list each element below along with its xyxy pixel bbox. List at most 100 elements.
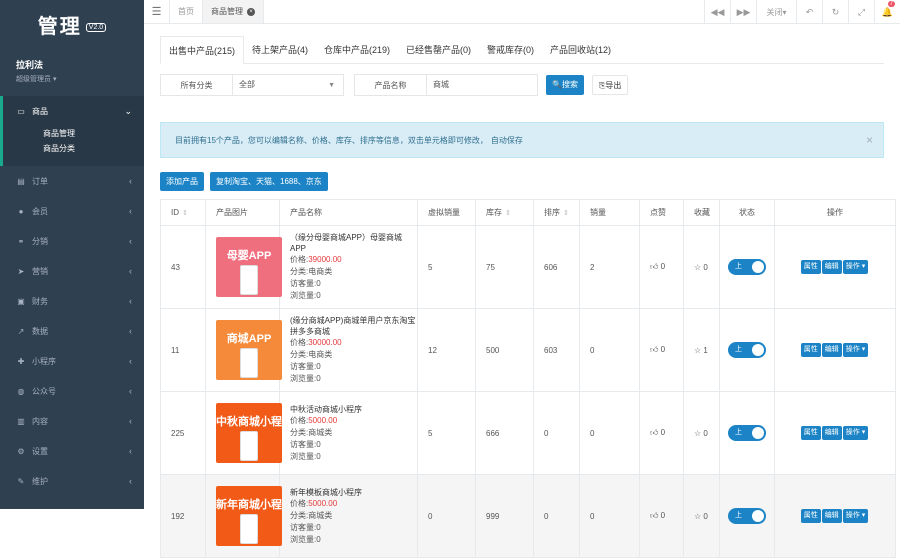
category-select[interactable]: 所有分类 全部 ▼ bbox=[160, 74, 344, 96]
status-tab[interactable]: 仓库中产品(219) bbox=[316, 36, 398, 63]
sort-icon[interactable]: ⇕ bbox=[563, 210, 569, 217]
sidebar-group-goods: ▭ 商品 ⌄ 商品管理 商品分类 bbox=[0, 96, 144, 166]
product-name[interactable]: 中秋活动商城小程序 bbox=[290, 404, 417, 415]
attr-button[interactable]: 属性 bbox=[800, 260, 821, 274]
table-row[interactable]: 192新年商城小程序新年模板商城小程序价格:5000.00分类:商城类访客量:0… bbox=[160, 474, 896, 558]
edit-button[interactable]: 编辑 bbox=[821, 260, 842, 274]
more-ops-button[interactable]: 操作 ▾ bbox=[842, 426, 869, 440]
sidebar-subitem-goods-category[interactable]: 商品分类 bbox=[3, 141, 144, 156]
status-tab[interactable]: 警戒库存(0) bbox=[479, 36, 542, 63]
product-name[interactable]: (缘分商城APP)商城单用户京东淘宝拼多多商城 bbox=[290, 315, 417, 337]
cell-stock[interactable]: 75 bbox=[475, 225, 534, 309]
attr-button[interactable]: 属性 bbox=[800, 343, 821, 357]
product-image[interactable]: 中秋商城小程序 bbox=[216, 403, 282, 463]
tab-home[interactable]: 首页 bbox=[170, 0, 203, 23]
cell-stock[interactable]: 666 bbox=[475, 391, 534, 475]
user-profile[interactable]: 拉利法 超级管理员 ▾ bbox=[0, 48, 144, 96]
bell-icon[interactable]: 🔔 7 bbox=[874, 0, 900, 24]
status-tab[interactable]: 已经售罄产品(0) bbox=[398, 36, 479, 63]
cell-status: 上 bbox=[719, 474, 775, 558]
status-tab[interactable]: 产品回收站(12) bbox=[542, 36, 619, 63]
status-label: 上 bbox=[735, 346, 742, 353]
sidebar-item-goods[interactable]: ▭ 商品 ⌄ bbox=[3, 96, 144, 126]
main-content: 出售中产品(215) 待上架产品(4) 仓库中产品(219) 已经售罄产品(0) 警戒库… bbox=[144, 24, 900, 558]
wrench-icon: ✎ bbox=[17, 476, 25, 486]
status-toggle[interactable]: 上 bbox=[728, 259, 766, 275]
sidebar-item-share[interactable]: ⚭ 分销 ‹ bbox=[0, 226, 144, 256]
copy-product-button[interactable]: 复制淘宝、天猫、1688、京东 bbox=[210, 172, 328, 191]
status-tab[interactable]: 待上架产品(4) bbox=[244, 36, 316, 63]
chevron-down-icon: ▼ bbox=[328, 82, 335, 89]
attr-button[interactable]: 属性 bbox=[800, 426, 821, 440]
more-ops-button[interactable]: 操作 ▾ bbox=[842, 260, 869, 274]
sidebar-item-label: 设置 bbox=[32, 446, 48, 456]
sort-icon[interactable]: ⇕ bbox=[182, 210, 188, 217]
cell-stock[interactable]: 500 bbox=[475, 308, 534, 392]
cell-virtual-sales[interactable]: 5 bbox=[417, 225, 476, 309]
add-product-button[interactable]: 添加产品 bbox=[160, 172, 204, 191]
cell-sort[interactable]: 0 bbox=[533, 474, 580, 558]
more-ops-button[interactable]: 操作 ▾ bbox=[842, 509, 869, 523]
refresh-icon[interactable]: ↻ bbox=[822, 0, 848, 24]
cell-virtual-sales[interactable]: 12 bbox=[417, 308, 476, 392]
table-row[interactable]: 11 商城APP (缘分商城APP)商城单用户京东淘宝拼多多商城 价格:30000.0… bbox=[160, 308, 896, 392]
cell-stock[interactable]: 999 bbox=[475, 474, 534, 558]
fullscreen-icon[interactable]: ⤢ bbox=[848, 0, 874, 24]
sidebar-item-chart[interactable]: ↗ 数据 ‹ bbox=[0, 316, 144, 346]
back-icon[interactable]: ↶ bbox=[796, 0, 822, 24]
sidebar-item-gear[interactable]: ⚙ 设置 ‹ bbox=[0, 436, 144, 466]
close-menu-button[interactable]: 关闭 ▾ bbox=[756, 0, 796, 24]
sidebar-item-puzzle[interactable]: ✚ 小程序 ‹ bbox=[0, 346, 144, 376]
cell-image: 商城APP bbox=[205, 308, 282, 392]
cell-sort[interactable]: 0 bbox=[533, 391, 580, 475]
cell-virtual-sales[interactable]: 0 bbox=[417, 474, 476, 558]
scroll-right-icon[interactable]: ▶▶ bbox=[730, 0, 756, 24]
close-icon[interactable]: × bbox=[247, 7, 255, 16]
product-price-line: 价格:39000.00 bbox=[290, 254, 417, 266]
sidebar-item-inbox[interactable]: ▥ 内容 ‹ bbox=[0, 406, 144, 436]
more-ops-button[interactable]: 操作 ▾ bbox=[842, 343, 869, 357]
sidebar-item-send[interactable]: ➤ 营销 ‹ bbox=[0, 256, 144, 286]
column-header-label: 状态 bbox=[739, 208, 755, 217]
table-body: 43 母婴APP （缘分母婴商城APP）母婴商城APP 价格:39000.00 分类:电… bbox=[160, 225, 896, 558]
table-row[interactable]: 225中秋商城小程序中秋活动商城小程序价格:5000.00分类:商城类访客量:0… bbox=[160, 391, 896, 475]
sidebar-item-user[interactable]: ● 会员 ‹ bbox=[0, 196, 144, 226]
status-toggle[interactable]: 上 bbox=[728, 425, 766, 441]
product-name-field[interactable]: 产品名称 商城 bbox=[354, 74, 538, 96]
sort-icon[interactable]: ⇕ bbox=[505, 210, 511, 217]
sidebar-item-wechat[interactable]: ◍ 公众号 ‹ bbox=[0, 376, 144, 406]
product-image[interactable]: 母婴APP bbox=[216, 237, 282, 297]
column-header: 排序 ⇕ bbox=[533, 199, 580, 226]
menu-toggle-icon[interactable]: ☰ bbox=[144, 0, 170, 23]
scroll-left-icon[interactable]: ◀◀ bbox=[704, 0, 730, 24]
product-name-input[interactable]: 商城 bbox=[427, 74, 449, 96]
table-row[interactable]: 43 母婴APP （缘分母婴商城APP）母婴商城APP 价格:39000.00 分类:电… bbox=[160, 225, 896, 309]
status-tab[interactable]: 出售中产品(215) bbox=[160, 36, 245, 64]
product-name[interactable]: （缘分母婴商城APP）母婴商城APP bbox=[290, 232, 417, 254]
status-toggle[interactable]: 上 bbox=[728, 342, 766, 358]
cell-sort[interactable]: 606 bbox=[533, 225, 580, 309]
attr-button[interactable]: 属性 bbox=[800, 509, 821, 523]
edit-button[interactable]: 编辑 bbox=[821, 509, 842, 523]
product-name[interactable]: 新年模板商城小程序 bbox=[290, 487, 417, 498]
edit-button[interactable]: 编辑 bbox=[821, 343, 842, 357]
chevron-left-icon: ‹ bbox=[129, 176, 132, 186]
cell-virtual-sales[interactable]: 5 bbox=[417, 391, 476, 475]
product-price: 5000.00 bbox=[308, 498, 338, 508]
product-image[interactable]: 商城APP bbox=[216, 320, 282, 380]
user-role[interactable]: 超级管理员 ▾ bbox=[16, 74, 144, 84]
sidebar-item-label: 公众号 bbox=[32, 386, 56, 396]
tab-goods-manage[interactable]: 商品管理 × bbox=[203, 0, 264, 23]
close-icon[interactable]: × bbox=[866, 133, 873, 147]
sidebar-item-money[interactable]: ▣ 财务 ‹ bbox=[0, 286, 144, 316]
sidebar-item-file[interactable]: ▤ 订单 ‹ bbox=[0, 166, 144, 196]
status-toggle[interactable]: 上 bbox=[728, 508, 766, 524]
sidebar-item-wrench[interactable]: ✎ 维护 ‹ bbox=[0, 466, 144, 496]
edit-button[interactable]: 编辑 bbox=[821, 426, 842, 440]
sidebar-subitem-goods-manage[interactable]: 商品管理 bbox=[3, 126, 144, 141]
export-button[interactable]: ⎘导出 bbox=[591, 75, 629, 95]
cell-sort[interactable]: 603 bbox=[533, 308, 580, 392]
product-image[interactable]: 新年商城小程序 bbox=[216, 486, 282, 546]
alert-link[interactable]: 自动保存 bbox=[491, 135, 523, 146]
search-button[interactable]: 🔍搜索 bbox=[546, 75, 584, 95]
